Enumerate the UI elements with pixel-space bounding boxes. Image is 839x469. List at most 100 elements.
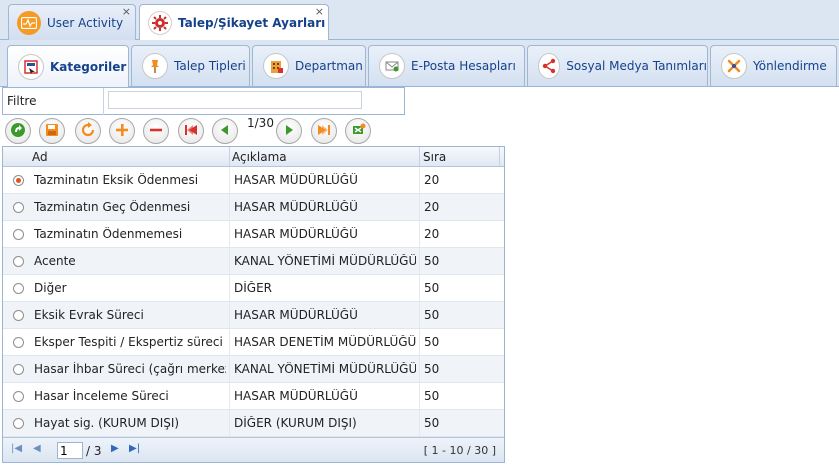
next-page-icon[interactable]: ▶ <box>111 443 119 454</box>
filter-label: Filtre <box>7 94 37 108</box>
category-grid: Ad Açıklama Sıra Tazminatın Eksik Ödenme… <box>2 146 505 463</box>
next-record-button[interactable] <box>276 118 302 144</box>
table-row[interactable]: Acente KANAL YÖNETİMİ MÜDÜRLÜĞÜ 50 <box>3 248 504 275</box>
cell-divider <box>419 302 420 328</box>
row-select-radio[interactable] <box>13 418 24 429</box>
first-page-icon[interactable]: |◀ <box>11 443 22 454</box>
next-icon <box>281 122 297 141</box>
prev-page-icon[interactable]: ◀ <box>33 443 41 454</box>
table-row[interactable]: Eksik Evrak Süreci HASAR MÜDÜRLÜĞÜ 50 <box>3 302 504 329</box>
row-select-radio[interactable] <box>13 256 24 267</box>
building-icon <box>263 53 289 79</box>
cell-aciklama: KANAL YÖNETİMİ MÜDÜRLÜĞÜ <box>234 254 416 268</box>
previous-record-button[interactable] <box>212 118 238 144</box>
tab-sosyal-medya[interactable]: Sosyal Medya Tanımları <box>527 45 708 86</box>
delete-button[interactable] <box>143 118 169 144</box>
cell-aciklama: DİĞER <box>234 281 272 295</box>
cell-divider <box>229 194 230 220</box>
reload-button[interactable] <box>75 118 101 144</box>
refresh-icon <box>10 122 26 141</box>
tab-e-posta-label: E-Posta Hesapları <box>411 59 516 73</box>
page-number-input[interactable] <box>57 442 83 459</box>
cell-aciklama: DİĞER (KURUM DIŞI) <box>234 416 357 430</box>
tab-talep-tipleri[interactable]: Talep Tipleri <box>131 45 250 86</box>
table-row[interactable]: Diğer DİĞER 50 <box>3 275 504 302</box>
cell-ad: Hasar İnceleme Süreci <box>34 389 169 403</box>
cell-divider <box>229 275 230 301</box>
cell-sira: 50 <box>424 362 440 376</box>
row-select-radio[interactable] <box>13 283 24 294</box>
grid-header: Ad Açıklama Sıra <box>3 147 504 167</box>
cell-divider <box>229 356 230 382</box>
tab-talep-sikayet-label: Talep/Şikayet Ayarları <box>178 16 326 30</box>
table-row[interactable]: Hasar İnceleme Süreci HASAR MÜDÜRLÜĞÜ 50 <box>3 383 504 410</box>
settings-gear-icon <box>148 11 172 35</box>
cell-divider <box>419 167 420 193</box>
cell-divider <box>419 410 420 436</box>
grid-pager: |◀ ◀ / 3 ▶ ▶| [ 1 - 10 / 30 ] <box>3 437 504 462</box>
sub-tab-bar: Kategoriler Talep Tipleri Departman E-Po… <box>0 40 839 87</box>
paging-info: [ 1 - 10 / 30 ] <box>423 444 496 457</box>
column-divider <box>419 147 420 166</box>
cell-divider <box>229 329 230 355</box>
category-icon <box>18 53 44 80</box>
cell-sira: 20 <box>424 200 440 214</box>
last-icon <box>316 122 332 141</box>
cell-sira: 50 <box>424 416 440 430</box>
cell-ad: Acente <box>34 254 76 268</box>
direction-icon <box>721 53 747 79</box>
column-header-aciklama[interactable]: Açıklama <box>232 150 287 164</box>
table-row[interactable]: Hayat sig. (KURUM DIŞI) DİĞER (KURUM DIŞ… <box>3 410 504 437</box>
reload-icon <box>80 121 96 141</box>
table-row[interactable]: Eksper Tespiti / Ekspertiz süreci HASAR … <box>3 329 504 356</box>
table-row[interactable]: Tazminatın Eksik Ödenmesi HASAR MÜDÜRLÜĞ… <box>3 167 504 194</box>
cell-divider <box>419 275 420 301</box>
filter-panel: Filtre <box>2 87 405 115</box>
row-select-radio[interactable] <box>13 337 24 348</box>
cell-aciklama: KANAL YÖNETİMİ MÜDÜRLÜĞÜ <box>234 362 416 376</box>
filter-input[interactable] <box>108 91 362 109</box>
row-select-radio[interactable] <box>13 229 24 240</box>
tab-e-posta-hesaplari[interactable]: E-Posta Hesapları <box>368 45 525 86</box>
row-select-radio[interactable] <box>13 310 24 321</box>
export-excel-button[interactable] <box>345 118 371 144</box>
column-header-sira[interactable]: Sıra <box>423 150 446 164</box>
cell-divider <box>229 410 230 436</box>
cell-ad: Hayat sig. (KURUM DIŞI) <box>34 416 180 430</box>
add-button[interactable] <box>109 118 135 144</box>
tab-talep-sikayet-ayarlari[interactable]: Talep/Şikayet Ayarları × <box>139 4 329 41</box>
row-select-radio[interactable] <box>13 202 24 213</box>
first-record-button[interactable] <box>178 118 204 144</box>
cell-ad: Eksik Evrak Süreci <box>34 308 144 322</box>
column-header-ad[interactable]: Ad <box>32 150 48 164</box>
column-divider <box>499 147 500 166</box>
table-row[interactable]: Hasar İhbar Süreci (çağrı merkezi) KANAL… <box>3 356 504 383</box>
column-divider <box>229 147 230 166</box>
cell-sira: 50 <box>424 281 440 295</box>
save-button[interactable] <box>39 118 65 144</box>
tab-kategoriler[interactable]: Kategoriler <box>7 45 129 87</box>
table-row[interactable]: Tazminatın Ödenmemesi HASAR MÜDÜRLÜĞÜ 20 <box>3 221 504 248</box>
pin-icon <box>142 53 168 79</box>
tab-departman[interactable]: Departman <box>252 45 366 86</box>
cell-aciklama: HASAR DENETİM MÜDÜRLÜĞÜ <box>234 335 416 349</box>
cell-ad: Hasar İhbar Süreci (çağrı merkezi) <box>34 362 226 376</box>
close-icon[interactable]: × <box>315 5 324 18</box>
tab-user-activity[interactable]: User Activity × <box>8 4 136 40</box>
cell-aciklama: HASAR MÜDÜRLÜĞÜ <box>234 389 358 403</box>
tab-yonlendirme-label: Yönlendirme <box>753 59 827 73</box>
row-select-radio[interactable] <box>13 391 24 402</box>
row-select-radio[interactable] <box>13 175 24 186</box>
last-record-button[interactable] <box>311 118 337 144</box>
cell-divider <box>229 383 230 409</box>
tab-yonlendirme[interactable]: Yönlendirme <box>710 45 837 86</box>
row-select-radio[interactable] <box>13 364 24 375</box>
refresh-button[interactable] <box>5 118 31 144</box>
tab-talep-tipleri-label: Talep Tipleri <box>174 59 246 73</box>
filter-divider <box>103 88 104 115</box>
cell-ad: Eksper Tespiti / Ekspertiz süreci <box>34 335 223 349</box>
last-page-icon[interactable]: ▶| <box>129 443 140 454</box>
cell-divider <box>419 194 420 220</box>
table-row[interactable]: Tazminatın Geç Ödenmesi HASAR MÜDÜRLÜĞÜ … <box>3 194 504 221</box>
close-icon[interactable]: × <box>122 5 131 18</box>
